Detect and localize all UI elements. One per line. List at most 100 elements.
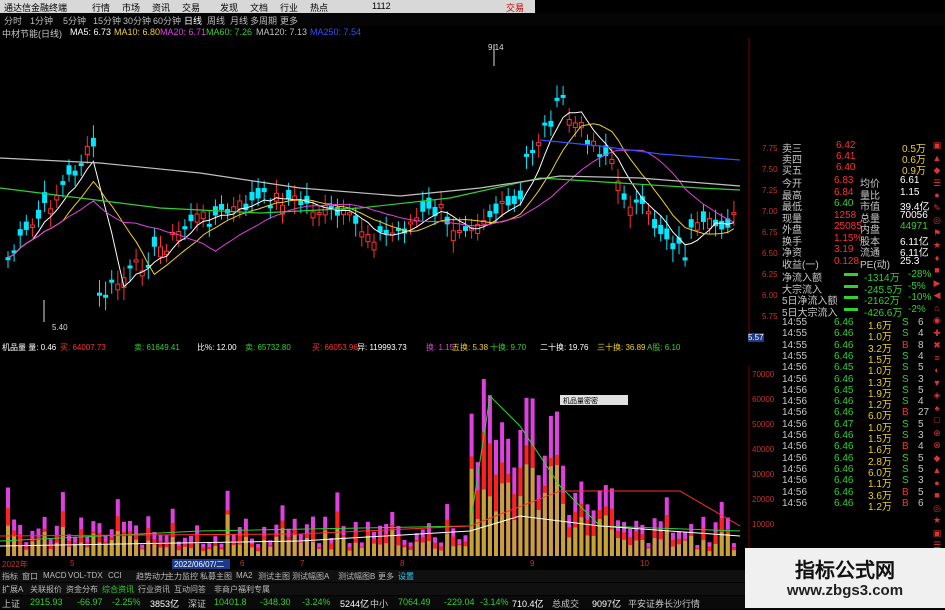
tick-row: 14:56 6.46 1.2万 B 6 [752,498,927,513]
toolbar-icon[interactable]: ◀ [931,290,943,302]
candle-body [524,153,529,157]
toolbar-icon[interactable]: ▲ [931,153,943,165]
toolbar-icon[interactable]: ◎ [931,503,943,515]
candle-body [621,193,627,200]
indicator-tab[interactable]: 窗口 [22,571,38,582]
candle-body [646,211,651,215]
menu-item-code[interactable]: 1112 [372,1,391,11]
tab-15min[interactable]: 15分钟 [93,14,121,27]
toolbar-icon[interactable]: ◉ [931,315,943,327]
toolbar-icon[interactable]: ▼ [931,378,943,390]
toolbar-icon[interactable]: ● [931,190,943,202]
tab-daily[interactable]: 日线 [184,14,202,27]
info-tab[interactable]: 综合资讯 [102,584,134,595]
toolbar-icon[interactable]: ▣ [931,140,943,152]
volume-bar-red [494,474,498,512]
tab-5min[interactable]: 5分钟 [63,14,86,27]
info-tab[interactable]: 非商户福利专属 [214,584,270,595]
toolbar-icon[interactable]: ◆ [931,165,943,177]
volume-bar-base [243,537,248,556]
indicator-tab[interactable]: 更多 [378,571,394,582]
indicator-tab[interactable]: 主力监控 [166,571,198,582]
tab-more[interactable]: 更多 [280,14,298,27]
volume-chart[interactable] [0,366,750,561]
candle-body [219,203,224,210]
candle-body [542,122,548,126]
info-tab[interactable]: 扩展A [2,584,23,595]
indicator-tab[interactable]: 测试主图 [258,571,290,582]
indicator-tab[interactable]: 设置 [398,571,414,582]
stat-value-2: 6.61 [900,175,920,186]
tab-30min[interactable]: 30分钟 [123,14,151,27]
tab-weekly[interactable]: 周线 [207,14,225,27]
toolbar-icon[interactable]: ■ [931,265,943,277]
info-tab[interactable]: 资金分布 [66,584,98,595]
toolbar-icon[interactable]: ◐ [931,365,943,377]
tick-side: S [902,350,909,362]
tick-count: 4 [918,328,924,340]
toolbar-icon[interactable]: ⌂ [931,303,943,315]
stat-value-2: 1.15 [900,186,920,198]
indicator-tab[interactable]: VOL-TDX [68,571,103,580]
indicator-tab[interactable]: CCI [108,571,122,580]
toolbar-icon[interactable]: ⚑ [931,228,943,240]
volume-bar-red [24,546,29,550]
time-axis-label: 5 [70,559,75,568]
tab-intraday[interactable]: 分时 [4,14,22,27]
candle-body [383,229,389,235]
indicator-tab[interactable]: MACD [43,571,67,580]
volume-bar-red [426,532,431,542]
tab-multi-period[interactable]: 多周期 [250,14,277,27]
toolbar-icon[interactable]: ★ [931,515,943,527]
volume-bar-red [262,535,267,541]
toolbar-icon[interactable]: ✚ [931,328,943,340]
toolbar-icon[interactable]: ♦ [931,253,943,265]
volume-bar-red [219,547,224,550]
toolbar-icon[interactable]: ▣ [931,528,943,540]
toolbar-icon[interactable]: ◆ [931,453,943,465]
toolbar-icon[interactable]: ✎ [931,203,943,215]
info-tab[interactable]: 行业资讯 [138,584,170,595]
volume-bar-base [176,550,181,556]
toolbar-icon[interactable]: ◎ [931,215,943,227]
toolbar-icon[interactable]: ★ [931,240,943,252]
tab-monthly[interactable]: 月线 [230,14,248,27]
toolbar-icon[interactable]: ■ [931,490,943,502]
indicator-tab[interactable]: 测试幅图B [338,571,375,582]
info-tab[interactable]: 关联报价 [30,584,62,595]
volume-bar-red [347,546,352,551]
toolbar-icon[interactable]: ▶ [931,278,943,290]
toolbar-icon[interactable]: ● [931,478,943,490]
tab-1min[interactable]: 1分钟 [30,14,53,27]
volume-bar-base [695,549,700,556]
toolbar-icon[interactable]: ⊗ [931,440,943,452]
toolbar-icon[interactable]: ⊕ [931,428,943,440]
indicator-tab[interactable]: 指标 [2,571,18,582]
toolbar-icon[interactable]: ☰ [931,178,943,190]
indicator-tab[interactable]: 趋势动力 [136,571,168,582]
tick-count: 4 [918,350,924,362]
volume-bar-base [536,509,541,556]
tab-60min[interactable]: 60分钟 [153,14,181,27]
toolbar-icon[interactable]: ✖ [931,340,943,352]
toolbar-icon[interactable]: ◈ [931,390,943,402]
volume-bar-base [530,468,535,556]
candlestick-chart[interactable] [0,38,750,338]
indicator-popup[interactable]: 机品量密密 [560,395,628,405]
volume-bar-base [268,546,273,556]
toolbar-icon[interactable]: ▲ [931,465,943,477]
toolbar-icon[interactable]: ♠ [931,403,943,415]
info-tab[interactable]: 互动问答 [174,584,206,595]
indicator-tab[interactable]: 测试幅图A [292,571,329,582]
volume-legend-item: 二十换: 19.76 [540,343,589,352]
volume-bar-red [231,540,236,545]
indicator-tab[interactable]: MA2 [236,571,252,580]
volume-bar-base [402,547,407,556]
candle-body [493,203,499,214]
indicator-tab[interactable]: 私募主图 [200,571,232,582]
candle-body [554,97,560,101]
toolbar-icon[interactable]: ≡ [931,353,943,365]
volume-bar-red [646,546,651,549]
tick-count: 3 [918,373,924,385]
toolbar-icon[interactable]: □ [931,415,943,427]
